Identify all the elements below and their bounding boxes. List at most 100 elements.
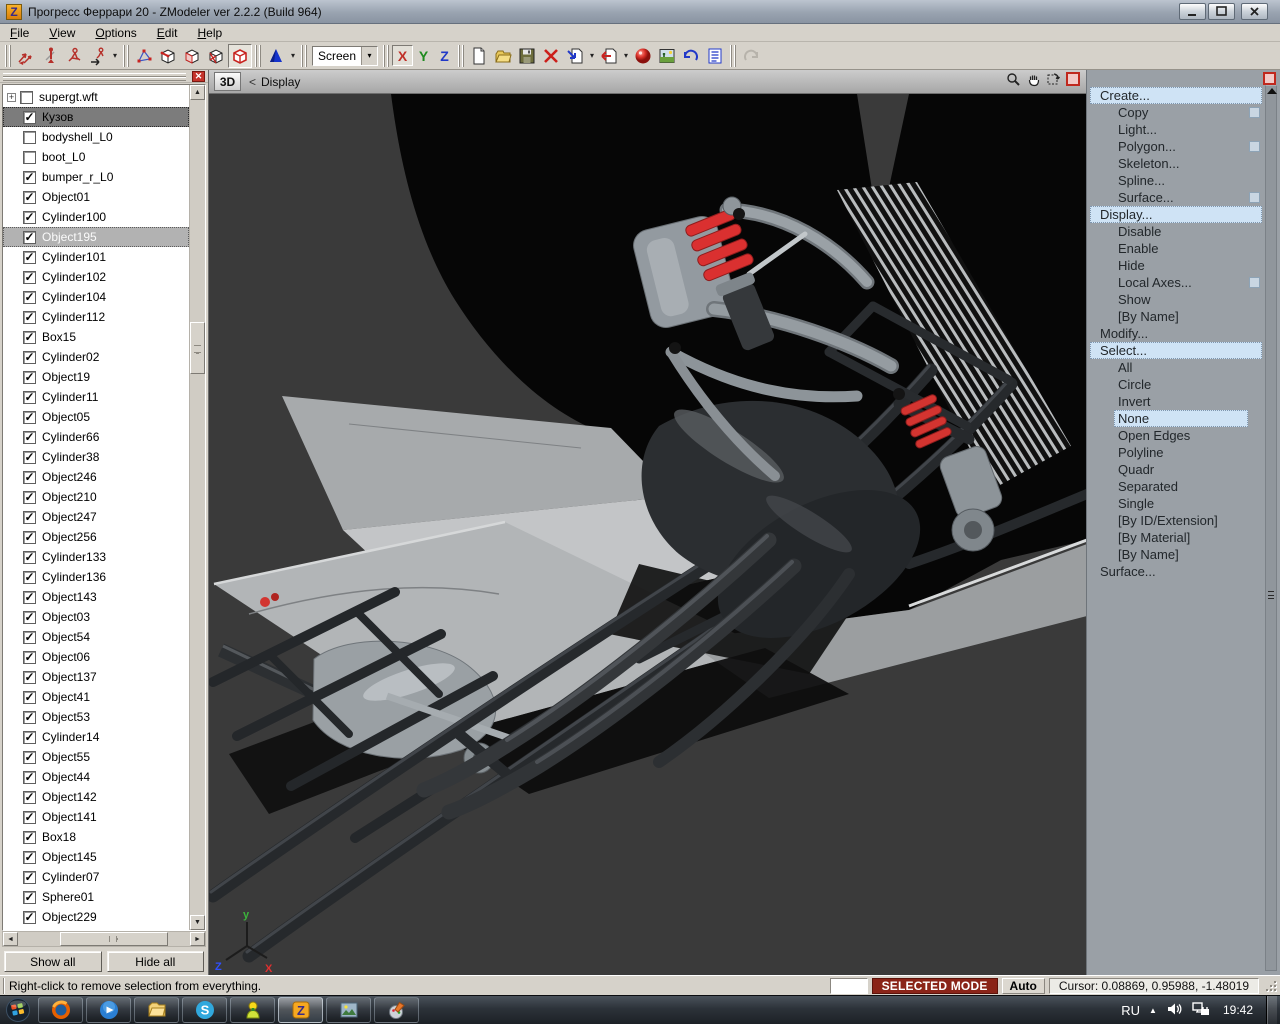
checkbox[interactable] — [23, 891, 36, 904]
taskbar-qip-button[interactable] — [230, 997, 275, 1023]
tree-item[interactable]: Object19 — [3, 367, 189, 387]
axis-x-button[interactable]: X — [392, 45, 413, 66]
tree-item[interactable]: Object142 — [3, 787, 189, 807]
checkbox[interactable] — [23, 671, 36, 684]
show-desktop-button[interactable] — [1266, 996, 1277, 1024]
scroll-up-icon[interactable] — [1267, 88, 1277, 94]
notes-icon[interactable] — [703, 44, 727, 68]
checkbox[interactable] — [23, 631, 36, 644]
tree-item[interactable]: Object54 — [3, 627, 189, 647]
tree-item[interactable]: Object141 — [3, 807, 189, 827]
checkbox[interactable] — [23, 411, 36, 424]
scene-image-icon[interactable] — [655, 44, 679, 68]
checkbox[interactable] — [23, 751, 36, 764]
dropdown-arrow-icon[interactable]: ▾ — [621, 51, 631, 60]
dropdown-arrow-icon[interactable]: ▾ — [288, 51, 298, 60]
edge-mode-icon[interactable] — [156, 44, 180, 68]
checkbox[interactable] — [23, 711, 36, 724]
taskbar-zmodeler-button[interactable]: Z — [278, 997, 323, 1023]
tree-item[interactable]: Object195 — [3, 227, 189, 247]
toolbar-grip[interactable] — [255, 45, 261, 67]
checkbox[interactable] — [23, 371, 36, 384]
tray-expand-icon[interactable]: ▲ — [1149, 1006, 1157, 1015]
checkbox[interactable] — [23, 311, 36, 324]
checkbox[interactable] — [23, 491, 36, 504]
command-item[interactable]: [By Name] — [1090, 546, 1262, 563]
tree-item[interactable]: Object44 — [3, 767, 189, 787]
cone-icon[interactable] — [264, 44, 288, 68]
screen-selector[interactable]: Screen ▾ — [312, 46, 378, 66]
checkbox[interactable] — [23, 691, 36, 704]
command-item[interactable]: Invert — [1090, 393, 1262, 410]
hide-all-button[interactable]: Hide all — [107, 951, 205, 972]
tree-item-root[interactable]: + supergt.wft — [3, 87, 189, 107]
taskbar-image-viewer-button[interactable] — [326, 997, 371, 1023]
maximize-button[interactable] — [1208, 3, 1235, 20]
open-folder-icon[interactable] — [491, 44, 515, 68]
import-icon[interactable] — [563, 44, 587, 68]
tree-item[interactable]: Cylinder38 — [3, 447, 189, 467]
command-item[interactable]: Display... — [1090, 206, 1262, 223]
command-item[interactable]: Enable — [1090, 240, 1262, 257]
tree-item[interactable]: boot_L0 — [3, 147, 189, 167]
checkbox[interactable] — [23, 811, 36, 824]
pan-hand-icon[interactable] — [1025, 71, 1041, 92]
clock[interactable]: 19:42 — [1219, 1003, 1257, 1017]
tree-item[interactable]: Cylinder101 — [3, 247, 189, 267]
checkbox[interactable] — [23, 231, 36, 244]
start-button[interactable] — [0, 996, 36, 1024]
checkbox[interactable] — [23, 431, 36, 444]
tree-item[interactable]: Object247 — [3, 507, 189, 527]
expand-icon[interactable]: + — [7, 93, 16, 102]
auto-toggle[interactable]: Auto — [1002, 978, 1045, 994]
menu-view[interactable]: View — [39, 24, 85, 41]
command-item[interactable]: Surface... — [1090, 189, 1262, 206]
toolbar-grip[interactable] — [301, 45, 307, 67]
command-item[interactable]: Disable — [1090, 223, 1262, 240]
command-item[interactable]: Show — [1090, 291, 1262, 308]
checkbox[interactable] — [23, 331, 36, 344]
scroll-left-icon[interactable]: ◄ — [3, 932, 18, 946]
command-item[interactable]: Single — [1090, 495, 1262, 512]
menu-file[interactable]: File — [0, 24, 39, 41]
checkbox[interactable] — [23, 471, 36, 484]
command-option-box[interactable] — [1249, 192, 1260, 203]
command-item[interactable]: Light... — [1090, 121, 1262, 138]
command-item[interactable]: Skeleton... — [1090, 155, 1262, 172]
toolbar-grip[interactable] — [5, 45, 11, 67]
tree-item[interactable]: Box15 — [3, 327, 189, 347]
checkbox[interactable] — [23, 151, 36, 164]
taskbar-paint-button[interactable] — [374, 997, 419, 1023]
checkbox[interactable] — [23, 291, 36, 304]
object-mode-icon[interactable] — [228, 44, 252, 68]
menu-help[interactable]: Help — [187, 24, 232, 41]
toolbar-grip[interactable] — [730, 45, 736, 67]
toolbar-grip[interactable] — [383, 45, 389, 67]
command-item[interactable]: Surface... — [1090, 563, 1262, 580]
vertex-mode-icon[interactable] — [132, 44, 156, 68]
checkbox[interactable] — [23, 271, 36, 284]
checkbox[interactable] — [23, 611, 36, 624]
close-button[interactable] — [1241, 3, 1268, 20]
command-item[interactable]: [By ID/Extension] — [1090, 512, 1262, 529]
checkbox[interactable] — [23, 451, 36, 464]
tree-item[interactable]: Object143 — [3, 587, 189, 607]
checkbox[interactable] — [20, 91, 33, 104]
checkbox[interactable] — [23, 791, 36, 804]
taskbar-skype-button[interactable]: S — [182, 997, 227, 1023]
tree-item[interactable]: Cylinder112 — [3, 307, 189, 327]
viewport-canvas[interactable]: y Z X — [209, 94, 1086, 975]
command-item[interactable]: [By Material] — [1090, 529, 1262, 546]
tree-item[interactable]: Object55 — [3, 747, 189, 767]
commands-scrollbar[interactable] — [1265, 85, 1277, 971]
command-item[interactable]: Hide — [1090, 257, 1262, 274]
scroll-right-icon[interactable]: ► — [190, 932, 205, 946]
maximize-viewport-icon[interactable] — [1065, 71, 1081, 92]
tree-item[interactable]: Object53 — [3, 707, 189, 727]
tree-item[interactable]: Object01 — [3, 187, 189, 207]
pin-icon[interactable] — [38, 44, 62, 68]
panel-close-icon[interactable]: ✕ — [192, 71, 205, 82]
network-icon[interactable] — [1192, 1001, 1210, 1020]
tree-item[interactable]: bodyshell_L0 — [3, 127, 189, 147]
checkbox[interactable] — [23, 731, 36, 744]
